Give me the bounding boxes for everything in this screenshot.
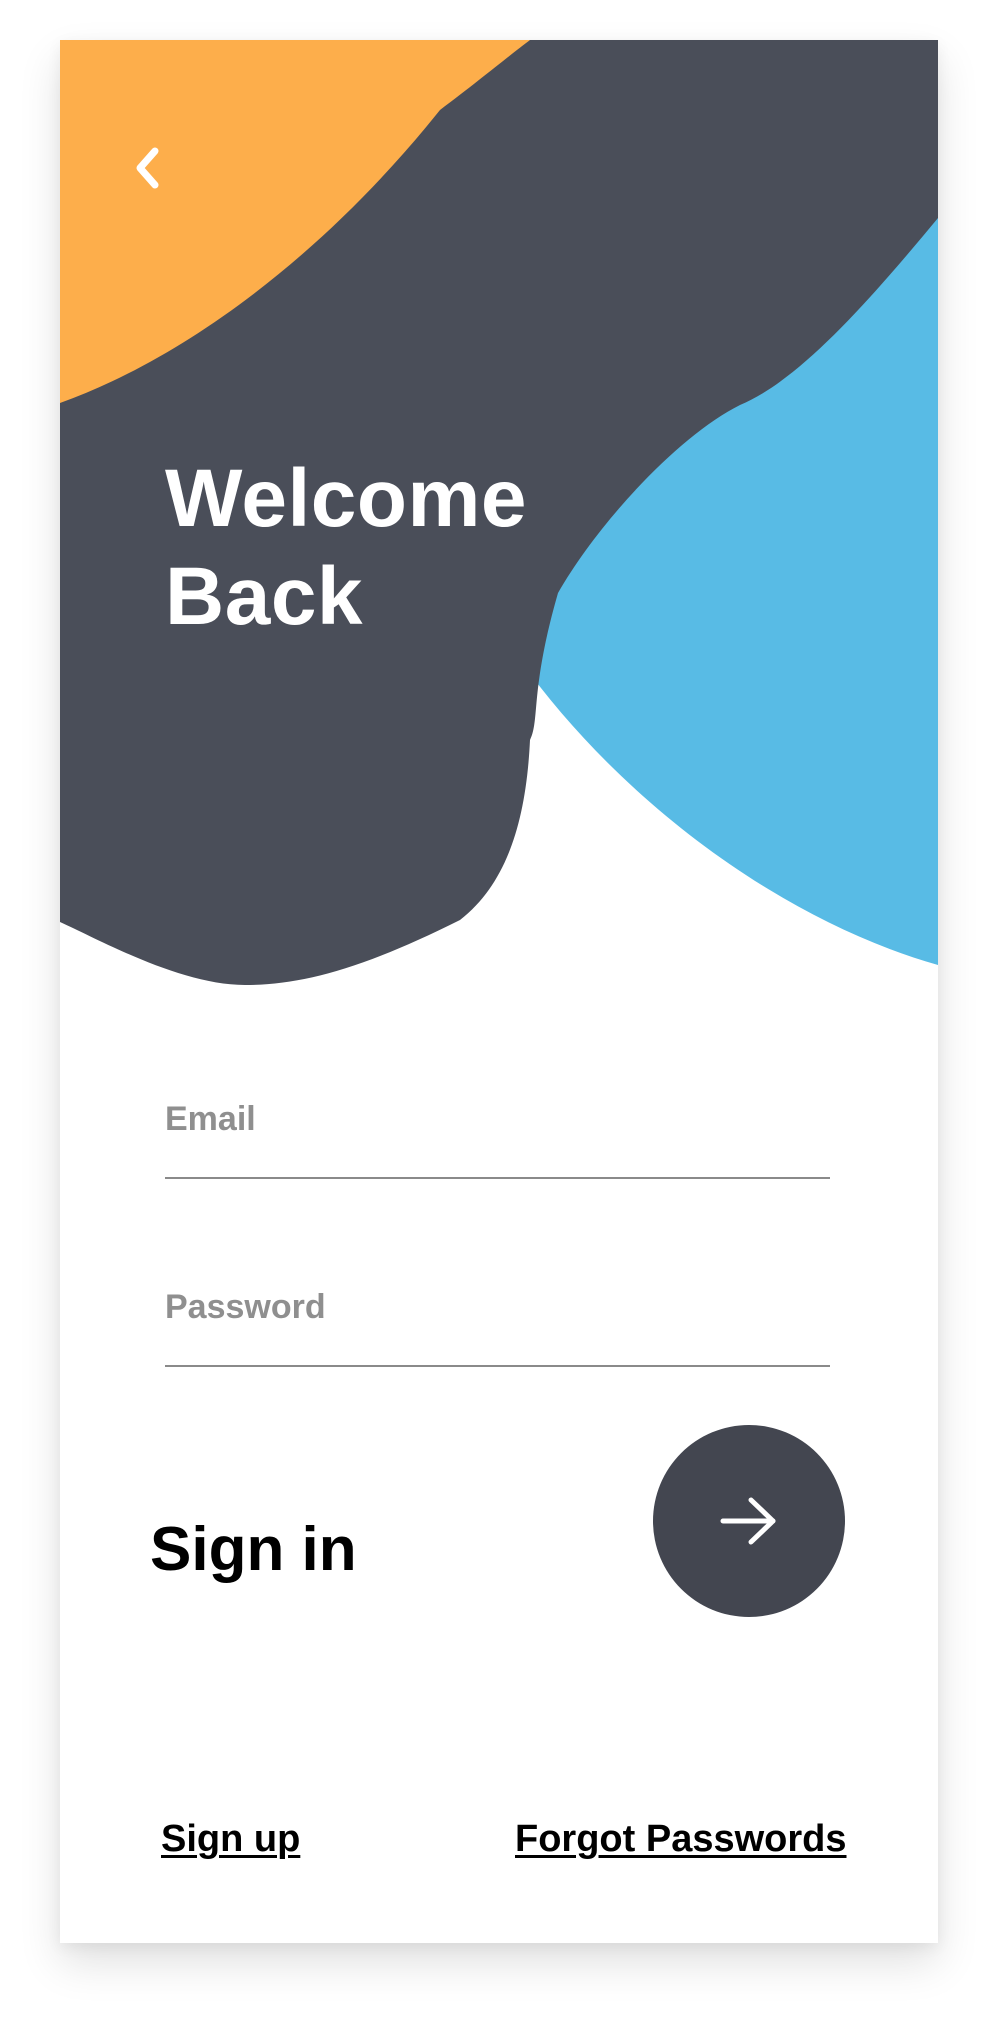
email-field-wrapper <box>165 1100 830 1179</box>
email-field[interactable] <box>165 1100 830 1179</box>
login-card: Welcome Back Sign in Sign up Forgot Pass… <box>60 40 938 1943</box>
signin-label: Sign in <box>150 1515 357 1584</box>
back-button[interactable] <box>120 140 176 196</box>
password-field-wrapper <box>165 1288 830 1367</box>
arrow-right-icon <box>720 1497 776 1545</box>
forgot-password-link[interactable]: Forgot Passwords <box>515 1815 847 1863</box>
page-background: Welcome Back Sign in Sign up Forgot Pass… <box>0 0 998 2024</box>
password-field[interactable] <box>165 1288 830 1367</box>
signup-link[interactable]: Sign up <box>161 1815 300 1863</box>
title-line-2: Back <box>165 551 364 642</box>
page-title: Welcome Back <box>165 450 527 646</box>
title-line-1: Welcome <box>165 453 528 544</box>
chevron-left-icon <box>136 147 159 189</box>
submit-button[interactable] <box>653 1425 845 1617</box>
